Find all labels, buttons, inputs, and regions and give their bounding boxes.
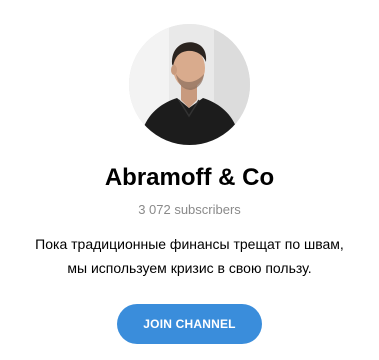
- channel-title: Abramoff & Co: [104, 164, 275, 191]
- avatar-photo-icon: [129, 24, 250, 145]
- subscriber-count: 3 072 subscribers: [138, 202, 241, 217]
- description-line: мы используем кризис в свою пользу.: [67, 260, 312, 276]
- description-line: Пока традиционные финансы трещат по швам…: [35, 236, 344, 252]
- channel-description: Пока традиционные финансы трещат по швам…: [0, 232, 379, 280]
- channel-preview-card: Abramoff & Co 3 072 subscribers Пока тра…: [0, 0, 379, 360]
- channel-avatar: [129, 24, 250, 145]
- join-channel-button[interactable]: JOIN CHANNEL: [117, 304, 262, 344]
